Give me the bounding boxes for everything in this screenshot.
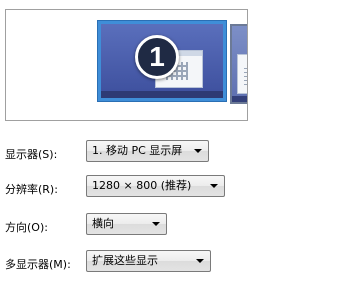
- monitor-number-badge: 1: [135, 35, 179, 79]
- display-select[interactable]: 1. 移动 PC 显示屏: [86, 140, 209, 162]
- resolution-label: 分辨率(R):: [5, 183, 58, 196]
- resolution-select[interactable]: 1280 × 800 (推荐): [86, 175, 225, 197]
- resolution-select-value: 1280 × 800 (推荐): [92, 179, 192, 192]
- monitor-2-thumbnail[interactable]: [230, 24, 247, 104]
- orientation-label: 方向(O):: [5, 221, 48, 234]
- taskbar-thumbnail: [101, 91, 223, 98]
- chevron-down-icon: [210, 184, 218, 188]
- chevron-down-icon: [152, 222, 160, 226]
- screen-resolution-panel: 1 显示器(S): 1. 移动 PC 显示屏 分辨率(R): 1280 × 80…: [0, 0, 353, 294]
- monitor-arrangement-preview: 1: [5, 9, 248, 121]
- taskbar-thumbnail: [232, 96, 247, 102]
- orientation-select[interactable]: 横向: [86, 213, 167, 235]
- chevron-down-icon: [194, 149, 202, 153]
- multiple-displays-label: 多显示器(M):: [5, 258, 71, 271]
- window-thumbnail-icon: [237, 54, 247, 94]
- display-label: 显示器(S):: [5, 148, 58, 161]
- multiple-displays-select-value: 扩展这些显示: [92, 254, 158, 267]
- monitor-1-thumbnail[interactable]: 1: [98, 21, 226, 101]
- chevron-down-icon: [196, 259, 204, 263]
- orientation-select-value: 横向: [92, 217, 114, 230]
- multiple-displays-select[interactable]: 扩展这些显示: [86, 250, 211, 272]
- display-select-value: 1. 移动 PC 显示屏: [92, 144, 183, 157]
